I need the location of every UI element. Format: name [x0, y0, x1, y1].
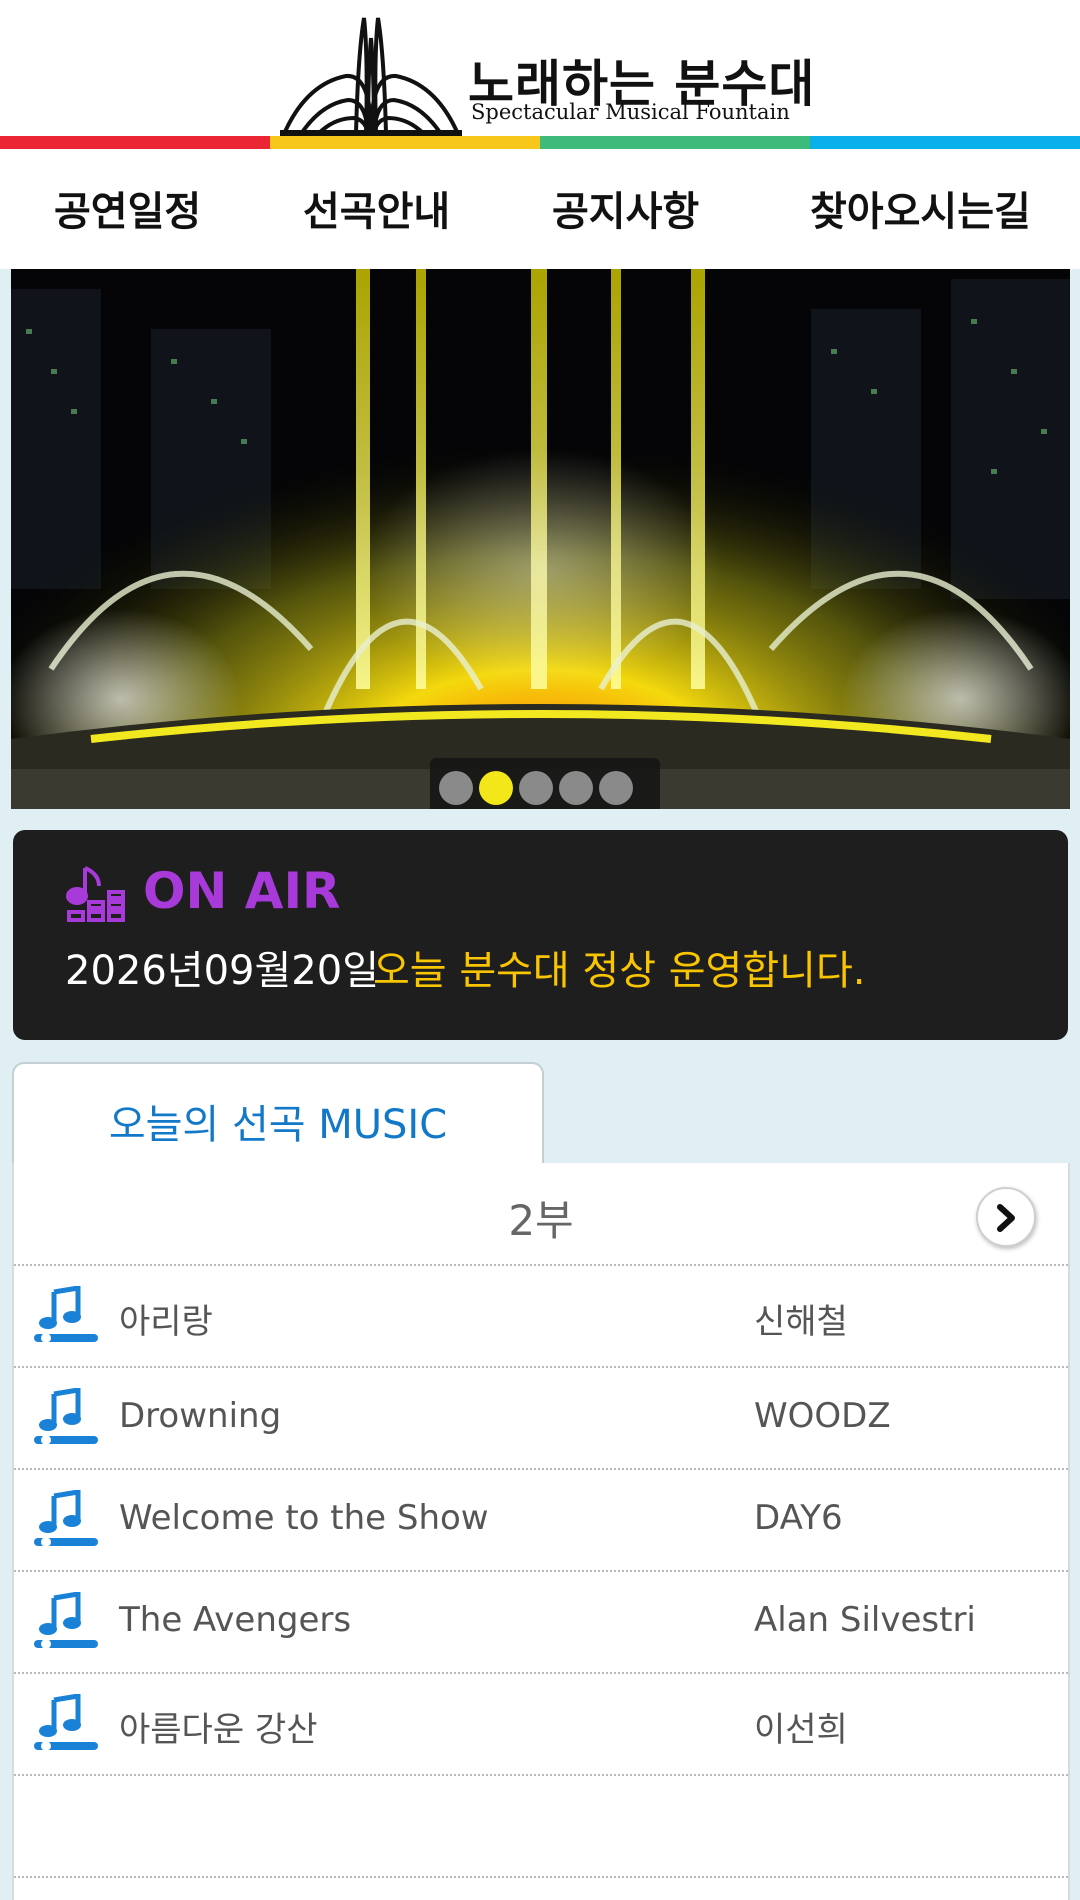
- part-label: 2부: [508, 1196, 574, 1245]
- music-note-icon: [34, 1286, 98, 1343]
- tab-today-music[interactable]: 오늘의 선곡 MUSIC: [12, 1062, 544, 1167]
- song-artist: WOODZ: [754, 1396, 891, 1436]
- song-artist: 신해철: [754, 1302, 848, 1342]
- nav-item-directions[interactable]: 찾아오시는길: [810, 179, 1031, 237]
- song-artist: 이선희: [754, 1710, 848, 1750]
- song-title: 아리랑: [119, 1302, 213, 1342]
- tab-today-music-label: 오늘의 선곡 MUSIC: [108, 1102, 448, 1148]
- onair-panel: ON AIR 2026년09월20일 오늘 분수대 정상 운영합니다.: [13, 830, 1068, 1040]
- onair-date: 2026년09월20일: [65, 948, 379, 994]
- onair-title: ON AIR: [143, 862, 341, 920]
- color-bar-red: [0, 136, 270, 149]
- song-row[interactable]: Welcome to the Show DAY6: [14, 1470, 1068, 1572]
- chevron-right-icon: [997, 1204, 1015, 1232]
- slide-dot-1[interactable]: [439, 771, 473, 805]
- part-header: 2부: [14, 1163, 1068, 1266]
- song-title: 아름다운 강산: [119, 1710, 318, 1750]
- site-header: 노래하는 분수대 Spectacular Musical Fountain: [0, 0, 1080, 136]
- empty-list-row: [14, 1776, 1068, 1878]
- fountain-logo-icon: [280, 17, 462, 136]
- color-bar-blue: [810, 136, 1080, 149]
- song-row[interactable]: Drowning WOODZ: [14, 1368, 1068, 1470]
- nav-item-song-guide[interactable]: 선곡안내: [303, 179, 450, 237]
- nav-item-schedule[interactable]: 공연일정: [54, 179, 201, 237]
- logo-english-text: Spectacular Musical Fountain: [471, 100, 790, 124]
- banner-pagination: [11, 758, 1070, 809]
- slide-dot-2[interactable]: [479, 771, 513, 805]
- header-color-bar: [0, 136, 1080, 149]
- slide-dot-5[interactable]: [599, 771, 633, 805]
- song-row[interactable]: 아름다운 강산 이선희: [14, 1674, 1068, 1776]
- slide-dot-3[interactable]: [519, 771, 553, 805]
- song-list-panel: 2부 아리랑 신해철 Drowning WOODZ Welcome to the…: [12, 1163, 1070, 1900]
- color-bar-yellow: [270, 136, 540, 149]
- music-note-icon: [34, 1592, 98, 1649]
- nav-item-notice[interactable]: 공지사항: [552, 179, 699, 237]
- music-note-icon: [34, 1490, 98, 1547]
- song-title: The Avengers: [119, 1600, 352, 1640]
- music-equalizer-icon: [66, 866, 125, 922]
- slide-dot-4[interactable]: [559, 771, 593, 805]
- song-row[interactable]: The Avengers Alan Silvestri: [14, 1572, 1068, 1674]
- site-logo[interactable]: 노래하는 분수대 Spectacular Musical Fountain: [276, 14, 814, 136]
- fountain-banner[interactable]: [11, 269, 1070, 809]
- song-artist: DAY6: [754, 1498, 843, 1538]
- song-artist: Alan Silvestri: [754, 1600, 976, 1640]
- main-nav: 공연일정 선곡안내 공지사항 찾아오시는길: [0, 149, 1080, 269]
- onair-message: 오늘 분수대 정상 운영합니다.: [373, 948, 866, 994]
- music-note-icon: [34, 1694, 98, 1751]
- song-title: Drowning: [119, 1396, 282, 1436]
- song-row[interactable]: 아리랑 신해철: [14, 1266, 1068, 1368]
- fountain-photo: [11, 269, 1070, 809]
- next-part-button[interactable]: [976, 1187, 1036, 1247]
- song-title: Welcome to the Show: [119, 1498, 489, 1538]
- color-bar-green: [540, 136, 810, 149]
- music-note-icon: [34, 1388, 98, 1445]
